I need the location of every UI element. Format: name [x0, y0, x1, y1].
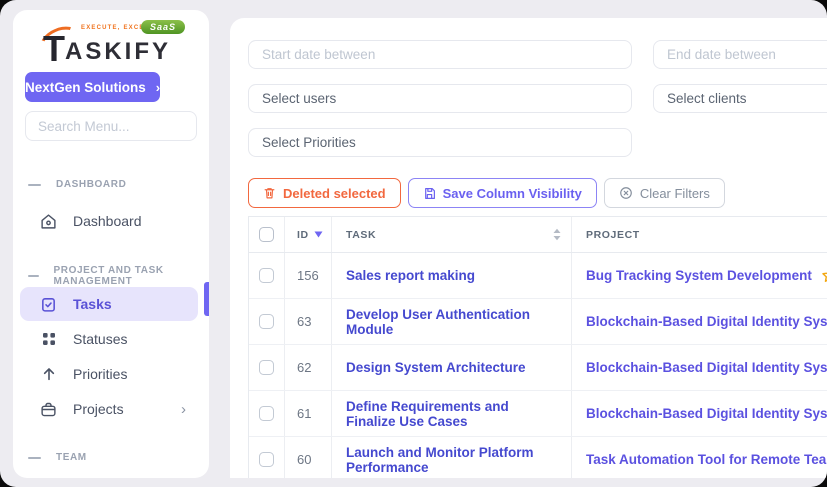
chevron-right-icon: › [156, 80, 160, 95]
section-dash-icon [28, 457, 41, 459]
project-link[interactable]: Blockchain-Based Digital Identity System [586, 360, 827, 375]
project-link[interactable]: Bug Tracking System Development [586, 268, 812, 283]
table-header-row: ID TASK PROJECT [249, 217, 827, 253]
table-row: 63 Develop User Authentication Module Bl… [249, 299, 827, 345]
task-link[interactable]: Develop User Authentication Module [346, 307, 561, 337]
task-link[interactable]: Sales report making [346, 268, 475, 283]
section-header-team: TEAM [13, 452, 209, 463]
row-checkbox[interactable] [259, 452, 274, 467]
task-link[interactable]: Launch and Monitor Platform Performance [346, 445, 561, 475]
select-all-cell [249, 217, 285, 252]
project-link[interactable]: Task Automation Tool for Remote Teams [586, 452, 827, 467]
priority-arrow-up-icon [40, 366, 57, 383]
filter-row-priorities: Select Priorities [248, 128, 827, 157]
task-id: 61 [297, 406, 311, 421]
row-checkbox[interactable] [259, 268, 274, 283]
project-link[interactable]: Blockchain-Based Digital Identity System [586, 314, 827, 329]
sidebar-item-tasks[interactable]: Tasks [20, 287, 198, 321]
table-row: 62 Design System Architecture Blockchain… [249, 345, 827, 391]
select-clients-dropdown[interactable]: Select clients [653, 84, 827, 113]
workspace-name: NextGen Solutions [25, 80, 146, 95]
statuses-grid-icon [40, 331, 57, 348]
circle-x-icon [619, 186, 633, 200]
filter-row-users-clients: Select users Select clients [248, 84, 827, 113]
sidebar-item-statuses[interactable]: Statuses [20, 322, 198, 356]
column-header-project[interactable]: PROJECT [572, 217, 827, 252]
task-id: 60 [297, 452, 311, 467]
sidebar-item-dashboard[interactable]: Dashboard [20, 204, 198, 238]
sidebar-item-priorities[interactable]: Priorities [20, 357, 198, 391]
delete-selected-button[interactable]: Deleted selected [248, 178, 401, 208]
task-link[interactable]: Define Requirements and Finalize Use Cas… [346, 399, 561, 429]
taskify-logo: T ASKIFY EXECUTE, EXCEL SaaS [37, 22, 185, 64]
select-all-checkbox[interactable] [259, 227, 274, 242]
trash-icon [263, 186, 276, 200]
sidebar-item-projects[interactable]: Projects › [20, 392, 198, 426]
row-checkbox[interactable] [259, 360, 274, 375]
logo-initial: T [43, 34, 65, 64]
table-toolbar: Deleted selected Save Column Visibility … [248, 178, 827, 208]
row-checkbox[interactable] [259, 314, 274, 329]
section-header-dashboard: DASHBOARD [13, 179, 209, 190]
column-header-task[interactable]: TASK [332, 217, 572, 252]
start-date-filter-input[interactable] [248, 40, 632, 69]
select-users-dropdown[interactable]: Select users [248, 84, 632, 113]
sidebar-scrollbar-thumb[interactable] [204, 282, 209, 316]
task-id: 156 [297, 268, 319, 283]
favorite-star-icon[interactable] [821, 267, 827, 284]
home-icon [40, 213, 57, 230]
project-link[interactable]: Blockchain-Based Digital Identity System [586, 406, 827, 421]
projects-briefcase-icon [40, 401, 57, 418]
task-link[interactable]: Design System Architecture [346, 360, 526, 375]
logo-tagline: EXECUTE, EXCEL [81, 25, 149, 31]
clear-filters-button[interactable]: Clear Filters [604, 178, 725, 208]
table-row: 60 Launch and Monitor Platform Performan… [249, 437, 827, 478]
filter-row-dates [248, 40, 827, 69]
tasks-clipboard-icon [40, 296, 57, 313]
table-row: 61 Define Requirements and Finalize Use … [249, 391, 827, 437]
section-dash-icon [28, 275, 39, 277]
sidebar: T ASKIFY EXECUTE, EXCEL SaaS NextGen Sol… [13, 10, 209, 478]
workspace-selector-button[interactable]: NextGen Solutions › [25, 72, 160, 102]
tasks-table: ID TASK PROJECT 156 Sales [248, 216, 827, 478]
save-floppy-icon [423, 187, 436, 200]
select-priorities-dropdown[interactable]: Select Priorities [248, 128, 632, 157]
section-dash-icon [28, 184, 41, 186]
column-header-id[interactable]: ID [285, 217, 332, 252]
section-header-project-task-management: PROJECT AND TASK MANAGEMENT [13, 265, 209, 287]
main-content: Select users Select clients Select Prior… [230, 18, 827, 478]
end-date-filter-input[interactable] [653, 40, 827, 69]
saas-badge: SaaS [141, 20, 185, 34]
task-id: 63 [297, 314, 311, 329]
table-row: 156 Sales report making Bug Tracking Sys… [249, 253, 827, 299]
sort-both-icon [553, 228, 561, 241]
row-checkbox[interactable] [259, 406, 274, 421]
sort-desc-icon [314, 231, 323, 238]
chevron-right-icon: › [181, 402, 186, 417]
task-id: 62 [297, 360, 311, 375]
app-window: T ASKIFY EXECUTE, EXCEL SaaS NextGen Sol… [0, 0, 827, 487]
logo-wordmark: ASKIFY [65, 40, 171, 64]
sidebar-search-input[interactable] [25, 111, 197, 141]
save-column-visibility-button[interactable]: Save Column Visibility [408, 178, 597, 208]
